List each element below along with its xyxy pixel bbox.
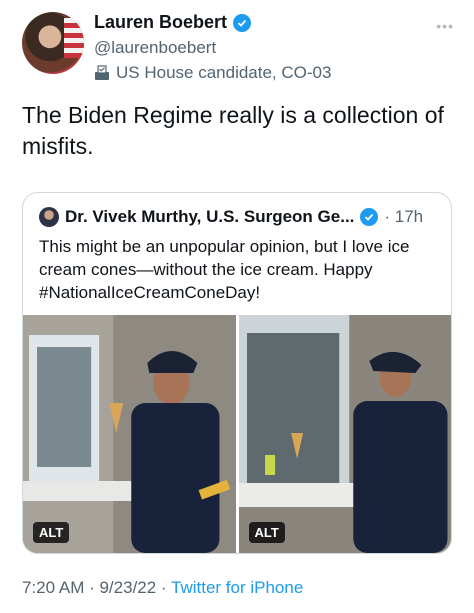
author-display-name[interactable]: Lauren Boebert xyxy=(94,12,227,33)
quoted-tweet-text: This might be an unpopular opinion, but … xyxy=(39,237,410,302)
tweet-timestamp[interactable]: 7:20 AM · 9/23/22 · xyxy=(22,578,171,597)
quoted-tweet-time: · 17h xyxy=(384,207,424,226)
tweet-text: The Biden Regime really is a collection … xyxy=(22,102,444,159)
media-grid: ALT ALT xyxy=(23,315,451,553)
media-photo-1[interactable]: ALT xyxy=(23,315,236,553)
quoted-tweet[interactable]: Dr. Vivek Murthy, U.S. Surgeon Ge... · 1… xyxy=(22,192,452,554)
author-handle[interactable]: @laurenboebert xyxy=(94,38,216,58)
alt-badge[interactable]: ALT xyxy=(33,522,70,543)
media-photo-2[interactable]: ALT xyxy=(238,315,451,553)
quoted-tweet-header: Dr. Vivek Murthy, U.S. Surgeon Ge... · 1… xyxy=(39,207,423,227)
verified-badge-icon xyxy=(360,208,379,226)
author-label: US House candidate, CO-03 xyxy=(116,63,332,82)
alt-badge[interactable]: ALT xyxy=(248,522,285,543)
author-avatar[interactable] xyxy=(22,12,84,74)
quoted-author-name[interactable]: Dr. Vivek Murthy, U.S. Surgeon Ge... xyxy=(65,207,354,227)
more-icon[interactable]: ••• xyxy=(436,18,454,34)
verified-badge-icon xyxy=(233,13,252,32)
ballot-box-icon xyxy=(95,65,109,80)
tweet-meta: 7:20 AM · 9/23/22 · Twitter for iPhone xyxy=(22,578,303,598)
author-label-row: US House candidate, CO-03 xyxy=(94,63,331,83)
quoted-author-avatar[interactable] xyxy=(39,207,59,227)
author-name-row: Lauren Boebert xyxy=(94,12,252,33)
tweet-source[interactable]: Twitter for iPhone xyxy=(171,578,303,597)
tweet-header: Lauren Boebert @laurenboebert US House c… xyxy=(22,10,454,83)
